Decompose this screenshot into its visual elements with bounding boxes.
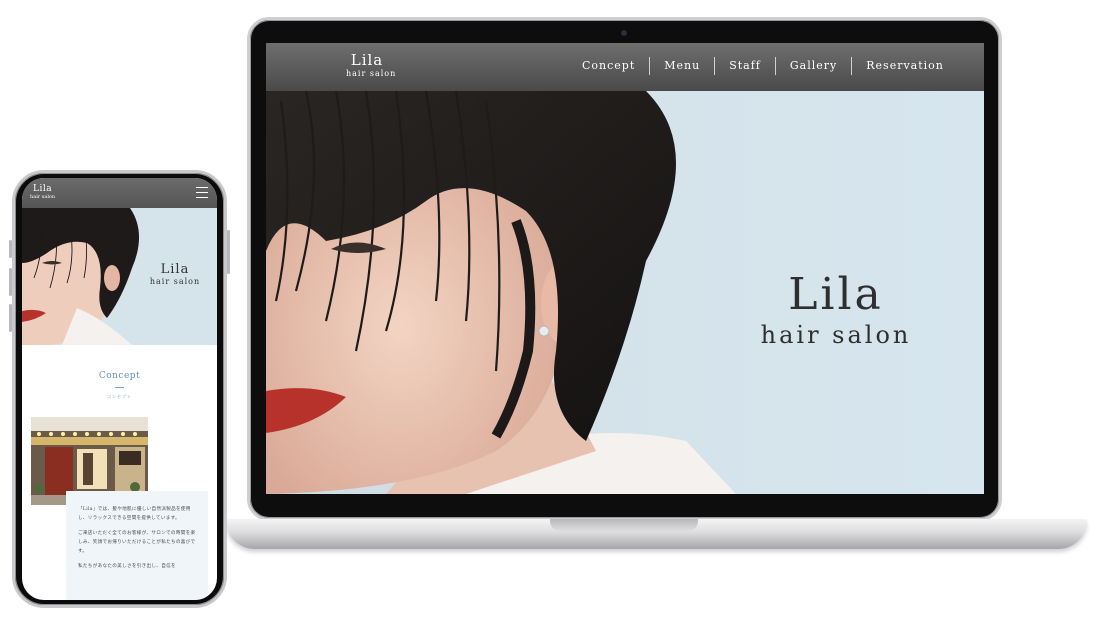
logo-name: Lila: [33, 184, 53, 194]
hero-name: Lila: [160, 262, 190, 277]
mobile-site: Lila hair salon Lila hair salon Concept …: [22, 178, 217, 600]
desktop-logo[interactable]: Lila hair salon: [346, 51, 397, 79]
hero-title: Lila hair salon: [726, 269, 946, 349]
desktop-header: Lila hair salon Concept Menu Staff Galle…: [266, 43, 984, 91]
concept-title: Concept: [98, 371, 141, 381]
desktop-hero: Lila hair salon: [266, 91, 984, 494]
concept-paragraph: 私たちがあなたの美しさを引き出し、自信を: [78, 564, 176, 569]
mobile-header: Lila hair salon: [22, 178, 217, 208]
mobile-hero: Lila hair salon: [22, 208, 217, 345]
camera-icon: [621, 30, 627, 36]
hero-name: Lila: [788, 269, 884, 320]
concept-text-card: 「Lila」では、髪や地肌に優しい自然派製品を使用し、リラックスできる空間を提供…: [66, 491, 208, 600]
concept-paragraph: 「Lila」では、髪や地肌に優しい自然派製品を使用し、リラックスできる空間を提供…: [78, 507, 191, 521]
concept-paragraph: ご来店いただく全てのお客様が、サロンでの時間を楽しみ、笑顔でお帰りいただけること…: [78, 531, 196, 554]
desktop-site: Lila hair salon Concept Menu Staff Galle…: [266, 43, 984, 494]
phone-side-button: [9, 268, 12, 296]
nav-item-reservation[interactable]: Reservation: [851, 57, 958, 75]
phone-side-button: [9, 304, 12, 332]
phone-power-button: [227, 230, 230, 274]
hero-sub: hair salon: [149, 277, 201, 286]
divider: [115, 387, 124, 388]
nav-item-concept[interactable]: Concept: [566, 57, 649, 75]
nav-item-staff[interactable]: Staff: [714, 57, 775, 75]
desktop-nav: Concept Menu Staff Gallery Reservation: [566, 57, 958, 75]
laptop-notch: [550, 519, 698, 531]
hero-sub: hair salon: [760, 321, 912, 349]
hamburger-icon[interactable]: [196, 187, 208, 198]
concept-subtitle: コンセプト: [107, 394, 132, 399]
logo-sub: hair salon: [30, 194, 56, 200]
nav-item-gallery[interactable]: Gallery: [774, 57, 851, 75]
mobile-logo[interactable]: Lila hair salon: [30, 184, 55, 200]
logo-name: Lila: [350, 51, 384, 69]
mobile-hero-title: Lila hair salon: [140, 262, 210, 287]
nav-item-menu[interactable]: Menu: [649, 57, 714, 75]
phone-side-button: [9, 240, 12, 258]
logo-sub: hair salon: [346, 69, 397, 78]
